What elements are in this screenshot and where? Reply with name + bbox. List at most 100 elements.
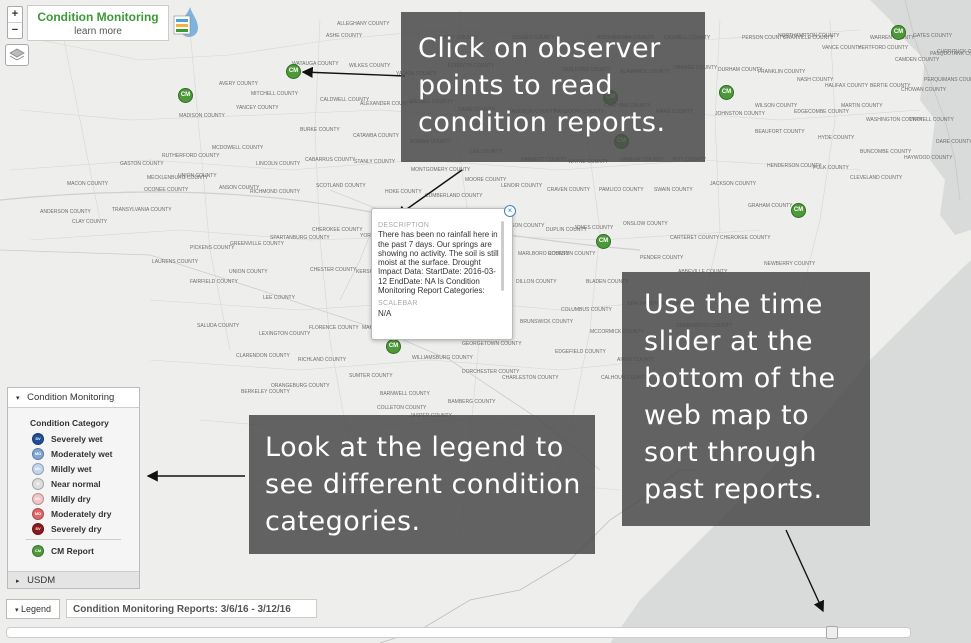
report-date-range: Condition Monitoring Reports: 3/6/16 - 3…: [66, 599, 317, 618]
county-label: TYRRELL COUNTY: [909, 117, 954, 123]
popup-section-label: DESCRIPTION: [378, 222, 430, 229]
county-label: CABARRUS COUNTY: [305, 157, 356, 163]
county-label: JONES COUNTY: [574, 225, 614, 231]
county-label: CHESTER COUNTY: [310, 267, 357, 273]
county-label: NEWBERRY COUNTY: [764, 261, 816, 267]
cm-report-marker[interactable]: CM: [891, 25, 906, 40]
caret-down-icon: ▾: [14, 607, 19, 614]
legend-item: N Near normal: [8, 476, 139, 491]
county-label: SUMTER COUNTY: [349, 373, 393, 379]
legend-item: SV Severely wet: [8, 431, 139, 446]
county-label: WILSON COUNTY: [755, 103, 798, 109]
legend-item-label: Mildly wet: [51, 463, 92, 474]
condition-report-popup: × DESCRIPTION There has been no rainfall…: [371, 205, 516, 340]
zoom-out-button[interactable]: −: [8, 22, 22, 38]
county-label: CHEROKEE COUNTY: [720, 235, 771, 241]
legend-item-label: Severely wet: [51, 433, 103, 444]
cm-report-marker[interactable]: CM: [719, 85, 734, 100]
county-label: BEAUFORT COUNTY: [755, 129, 805, 135]
county-label: MADISON COUNTY: [179, 113, 225, 119]
callout-time-slider: Use the time slider at the bottom of the…: [622, 272, 870, 526]
legend-header[interactable]: ▾ Condition Monitoring: [8, 388, 139, 408]
county-label: MITCHELL COUNTY: [251, 91, 299, 97]
cm-report-marker[interactable]: CM: [178, 88, 193, 103]
legend-items: SV Severely wet MD Moderately wet ML Mildly w…: [8, 431, 139, 558]
popup-value: N/A: [378, 308, 392, 318]
usdm-label: USDM: [27, 575, 56, 586]
map-title: Condition Monitoring: [37, 10, 159, 24]
legend-swatch-icon: N: [32, 477, 44, 490]
county-label: CLEVELAND COUNTY: [850, 175, 903, 181]
popup-section-label: SCALEBAR: [378, 300, 418, 308]
county-label: FLORENCE COUNTY: [309, 325, 359, 331]
county-label: BAMBERG COUNTY: [448, 399, 496, 405]
county-label: COLLETON COUNTY: [377, 405, 427, 411]
popup-description: There has been no rainfall here in the p…: [378, 230, 499, 296]
county-label: TRANSYLVANIA COUNTY: [112, 207, 172, 213]
layers-button[interactable]: [5, 44, 29, 66]
caret-right-icon: ▸: [16, 578, 20, 585]
county-label: MACON COUNTY: [67, 181, 109, 187]
county-label: PASQUOTANK COUNTY: [930, 51, 971, 57]
county-label: HYDE COUNTY: [818, 135, 855, 141]
learn-more-link[interactable]: learn more: [28, 26, 168, 37]
county-label: CHARLESTON COUNTY: [502, 375, 559, 381]
popup-scrollbar[interactable]: [501, 221, 504, 291]
cm-report-marker[interactable]: CM: [286, 64, 301, 79]
cm-report-marker[interactable]: CM: [386, 339, 401, 354]
legend-panel: ▾ Condition Monitoring Condition Categor…: [7, 387, 140, 589]
county-label: BARNWELL COUNTY: [380, 391, 430, 397]
county-label: GRAHAM COUNTY: [748, 203, 793, 209]
county-label: GASTON COUNTY: [120, 161, 164, 167]
zoom-in-button[interactable]: +: [8, 7, 22, 22]
county-label: MCDOWELL COUNTY: [212, 145, 264, 151]
cm-report-marker[interactable]: CM: [596, 234, 611, 249]
county-label: DILLON COUNTY: [516, 279, 557, 285]
county-label: UNION COUNTY: [229, 269, 268, 275]
legend-item-label: Severely dry: [51, 523, 102, 534]
time-slider-thumb[interactable]: [826, 626, 838, 639]
county-label: CLARENDON COUNTY: [236, 353, 290, 359]
legend-item: CM CM Report: [8, 543, 139, 558]
cm-report-marker[interactable]: CM: [791, 203, 806, 218]
county-label: SPARTANBURG COUNTY: [270, 235, 330, 241]
callout-legend: Look at the legend to see different cond…: [249, 415, 595, 554]
legend-swatch-icon: MD: [32, 447, 44, 460]
county-label: CARTERET COUNTY: [670, 235, 720, 241]
county-label: LEE COUNTY: [263, 295, 295, 301]
county-label: SCOTLAND COUNTY: [316, 183, 366, 189]
county-label: CATAWBA COUNTY: [353, 133, 400, 139]
popup-close-button[interactable]: ×: [504, 205, 516, 217]
county-label: MONTGOMERY COUNTY: [411, 167, 471, 173]
county-label: COLUMBUS COUNTY: [561, 307, 612, 313]
county-label: UNION COUNTY: [178, 173, 217, 179]
county-label: AVERY COUNTY: [219, 81, 258, 87]
time-slider[interactable]: [6, 626, 911, 639]
county-label: LAURENS COUNTY: [152, 259, 199, 265]
county-label: PERQUIMANS COUNTY: [924, 77, 971, 83]
county-label: WILKES COUNTY: [349, 63, 391, 69]
legend-divider: [26, 539, 121, 540]
county-label: SALUDA COUNTY: [197, 323, 240, 329]
legend-usdm-section[interactable]: ▸ USDM: [8, 571, 139, 588]
legend-item-label: Moderately dry: [51, 508, 112, 519]
county-label: ONSLOW COUNTY: [623, 221, 668, 227]
legend-item-label: Mildly dry: [51, 493, 91, 504]
drought-logo-icon: [172, 6, 198, 38]
county-label: HALIFAX COUNTY: [825, 83, 869, 89]
county-label: ANDERSON COUNTY: [40, 209, 91, 215]
county-label: NORTHAMPTON COUNTY: [778, 33, 840, 39]
county-label: CHOWAN COUNTY: [901, 87, 947, 93]
county-label: HOKE COUNTY: [385, 189, 422, 195]
county-label: WILLIAMSBURG COUNTY: [412, 355, 473, 361]
legend-item-label: CM Report: [51, 545, 94, 556]
county-label: CHEROKEE COUNTY: [312, 227, 363, 233]
county-label: PENDER COUNTY: [640, 255, 684, 261]
legend-toggle-button[interactable]: ▾ Legend: [6, 599, 60, 619]
callout-observer-points: Click on observer points to read conditi…: [401, 12, 705, 162]
legend-item: MD Moderately wet: [8, 446, 139, 461]
caret-down-icon: ▾: [16, 395, 20, 402]
legend-swatch-icon: ML: [32, 462, 44, 475]
layers-icon: [9, 48, 25, 61]
county-label: EDGEFIELD COUNTY: [555, 349, 606, 355]
